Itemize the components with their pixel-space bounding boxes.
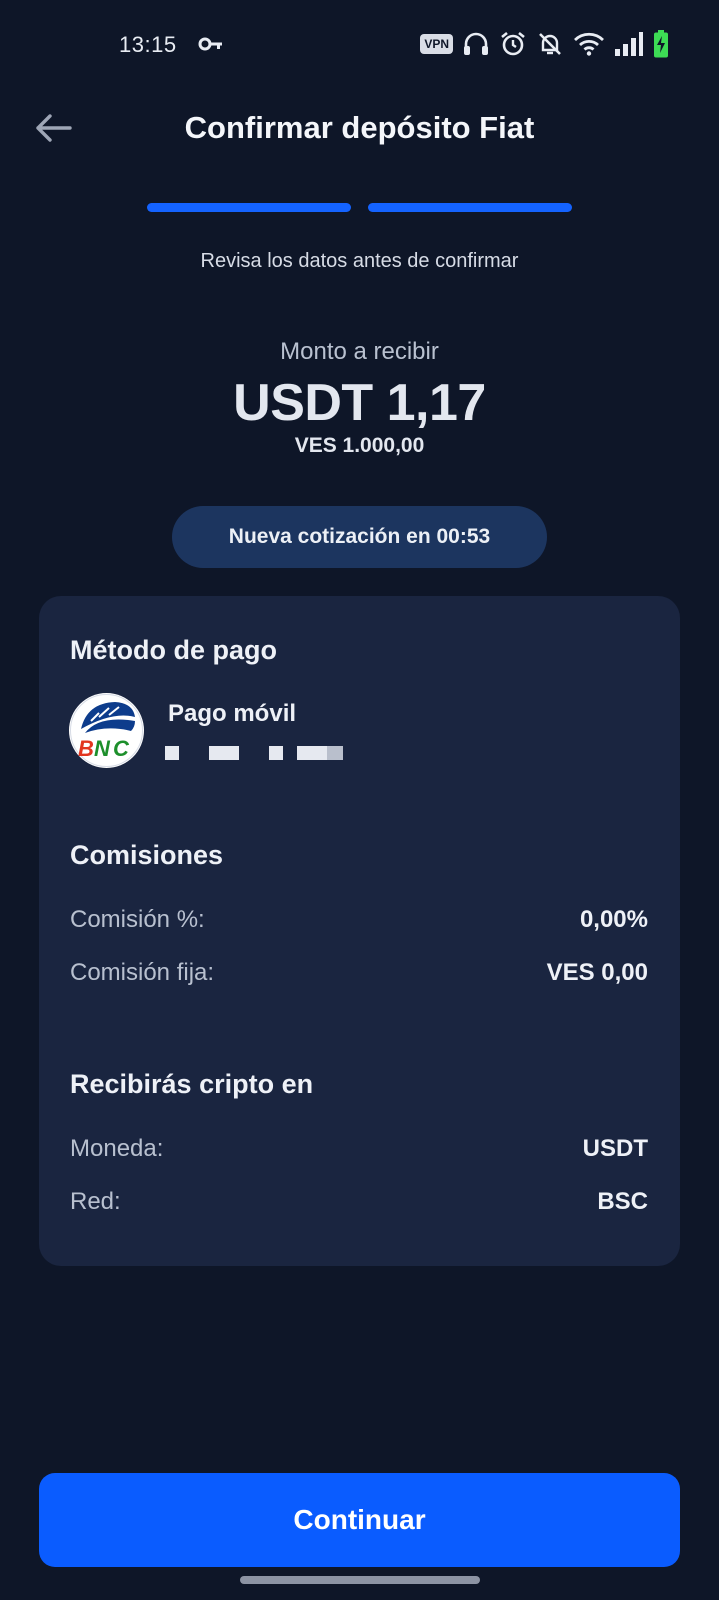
signal-icon: [615, 32, 643, 56]
currency-label: Moneda:: [70, 1135, 164, 1162]
status-time: 13:15: [119, 32, 177, 57]
fee-percent-value: 0,00%: [579, 906, 648, 933]
progress-step-2: [368, 203, 572, 212]
fee-percent-label: Comisión %:: [70, 906, 205, 933]
status-icons: VPN: [420, 30, 669, 58]
home-indicator[interactable]: [240, 1576, 480, 1584]
receive-title: Recibirás cripto en: [70, 1069, 314, 1099]
vpn-icon: VPN: [420, 34, 453, 54]
key-icon: [198, 37, 222, 51]
header: Confirmar depósito Fiat: [0, 100, 719, 156]
amount-label: Monto a recibir: [280, 338, 439, 365]
alarm-icon: [501, 31, 525, 56]
currency-value: USDT: [582, 1135, 648, 1162]
amount-value: USDT 1,17: [233, 374, 486, 432]
payment-method-name: Pago móvil: [168, 700, 297, 727]
masked-account-number: [165, 746, 345, 760]
svg-text:N: N: [94, 736, 111, 761]
headphones-icon: [464, 32, 488, 55]
svg-text:C: C: [113, 736, 130, 761]
quote-timer-badge: Nueva cotización en 00:53: [172, 506, 547, 568]
subtitle: Revisa los datos antes de confirmar: [200, 250, 519, 272]
status-bar: 13:15 VPN: [0, 26, 719, 66]
bell-off-icon: [539, 33, 561, 55]
svg-text:B: B: [78, 736, 94, 761]
payment-method-title: Método de pago: [70, 635, 277, 665]
wifi-icon: [574, 32, 604, 56]
progress-step-1: [147, 203, 351, 212]
step-progress: [147, 203, 572, 212]
details-card: Método de pago B N C Pago móvil Comision…: [39, 596, 680, 1266]
fee-fixed-label: Comisión fija:: [70, 959, 215, 986]
fees-title: Comisiones: [70, 840, 224, 870]
fee-fixed-value: VES 0,00: [546, 959, 648, 986]
amount-fiat: VES 1.000,00: [294, 434, 425, 457]
bank-logo: B N C: [69, 693, 144, 768]
bnc-logo-icon: B N C: [70, 694, 143, 767]
continue-button[interactable]: Continuar: [39, 1473, 680, 1567]
page-title: Confirmar depósito Fiat: [184, 110, 535, 145]
network-label: Red:: [70, 1188, 121, 1215]
network-value: BSC: [597, 1188, 648, 1215]
battery-charging-icon: [654, 30, 668, 58]
